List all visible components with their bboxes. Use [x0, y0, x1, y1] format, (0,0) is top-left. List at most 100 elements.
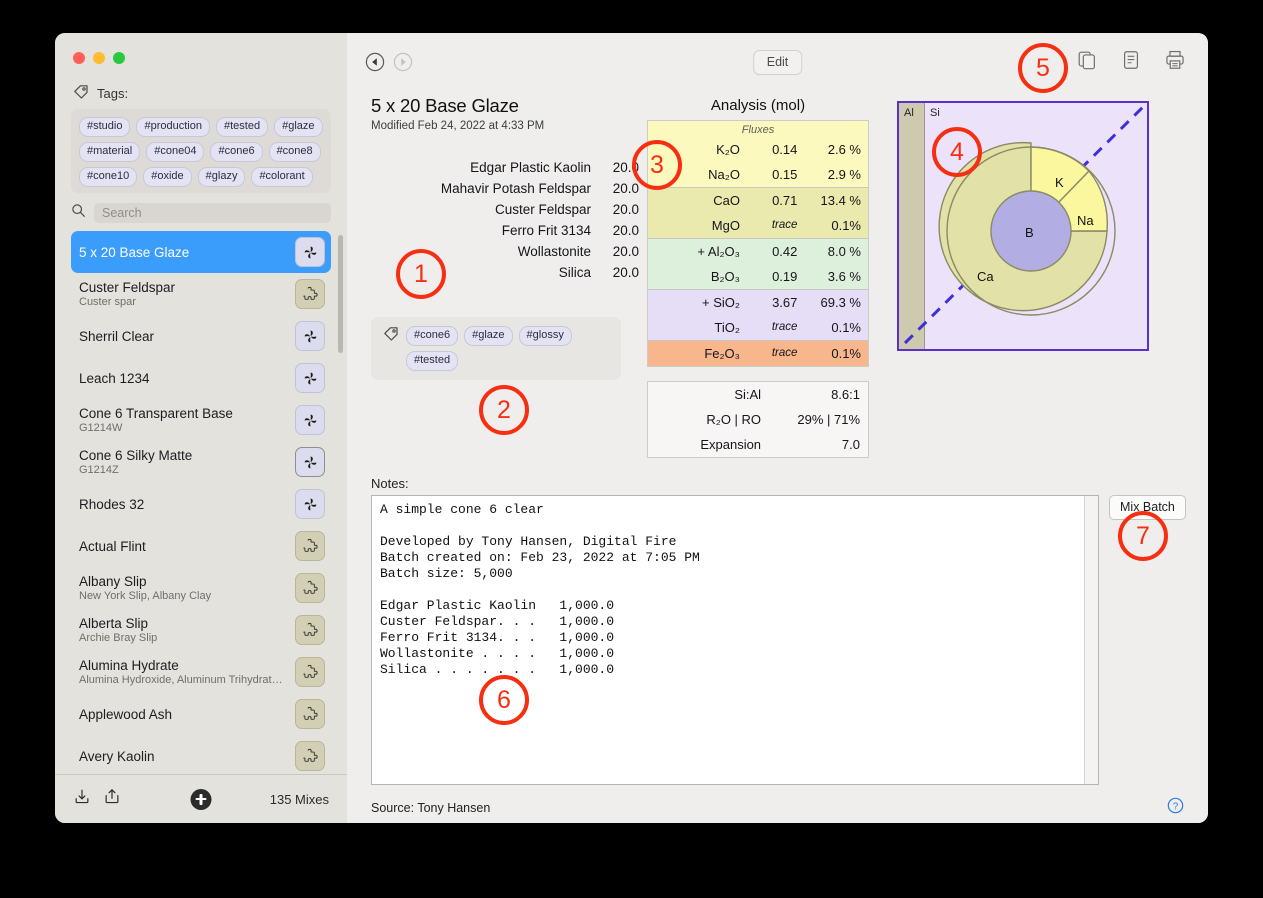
mix-list[interactable]: 5 x 20 Base Glaze Custer Feldspar Custer… — [55, 231, 347, 774]
search-icon — [71, 203, 86, 223]
recipe-amount: 20.0 — [612, 181, 639, 196]
recipe-row[interactable]: Edgar Plastic Kaolin 20.0 — [371, 160, 639, 180]
list-item-title: Cone 6 Silky Matte — [79, 448, 193, 463]
list-item[interactable]: Custer Feldspar Custer spar — [71, 273, 331, 315]
list-item[interactable]: Albany Slip New York Slip, Albany Clay — [71, 567, 331, 609]
tag-chip[interactable]: #cone10 — [79, 167, 138, 187]
oxide-label: B₂O₃ — [710, 268, 740, 284]
share-icon[interactable] — [103, 787, 121, 811]
toolbar: Edit — [347, 33, 1208, 91]
summary-row: R₂O | RO 29% | 71% — [648, 407, 869, 432]
tag-chip[interactable]: #production — [136, 117, 210, 137]
detail-tag-chips: #cone6 #glaze #glossy #tested — [406, 326, 611, 371]
list-item-text: Alumina Hydrate Alumina Hydroxide, Alumi… — [79, 658, 283, 686]
material-icon — [295, 657, 325, 687]
material-icon — [295, 279, 325, 309]
oxide-label: CaO — [713, 192, 740, 208]
recipe-row[interactable]: Mahavir Potash Feldspar 20.0 — [371, 181, 639, 201]
annotation-marker-3: 3 — [632, 140, 682, 190]
tag-chip[interactable]: #cone6 — [406, 326, 459, 346]
tag-chip[interactable]: #cone6 — [210, 142, 263, 162]
list-item[interactable]: Applewood Ash — [71, 693, 331, 735]
list-item[interactable]: Alberta Slip Archie Bray Slip — [71, 609, 331, 651]
close-button[interactable] — [73, 52, 85, 64]
recipe-name: Edgar Plastic Kaolin — [470, 160, 591, 175]
tag-chip[interactable]: #cone8 — [268, 142, 321, 162]
print-icon[interactable] — [1164, 49, 1186, 76]
recipe-row[interactable]: Ferro Frit 3134 20.0 — [371, 223, 639, 243]
summary-value: 7.0 — [841, 437, 860, 452]
material-icon — [295, 741, 325, 771]
oxide-percent: 13.4 % — [820, 192, 861, 208]
tag-cloud: #studio #production #tested #glaze #mate… — [71, 109, 331, 193]
list-item-title: Alberta Slip — [79, 616, 149, 631]
list-item[interactable]: Actual Flint — [71, 525, 331, 567]
annotation-marker-1: 1 — [396, 249, 446, 299]
list-item[interactable]: Cone 6 Transparent Base G1214W — [71, 399, 331, 441]
source-row: Source: Tony Hansen ? — [371, 797, 1186, 819]
tag-chip[interactable]: #glaze — [464, 326, 513, 346]
list-item-subtitle: G1214W — [79, 422, 123, 434]
list-item-text: Leach 1234 — [79, 371, 150, 386]
summary-value: 29% | 71% — [797, 412, 860, 427]
help-icon[interactable]: ? — [1167, 797, 1184, 819]
analysis-row: TiO₂ trace 0.1% — [647, 315, 869, 341]
list-item-title: Custer Feldspar — [79, 280, 176, 295]
notes-scrollbar[interactable] — [1084, 496, 1098, 784]
list-item[interactable]: Sherril Clear — [71, 315, 331, 357]
list-item-title: Actual Flint — [79, 538, 146, 554]
tag-chip[interactable]: #studio — [79, 117, 131, 137]
forward-button[interactable] — [393, 52, 413, 72]
minimize-button[interactable] — [93, 52, 105, 64]
list-item-text: Avery Kaolin — [79, 749, 155, 764]
list-item[interactable]: Avery Kaolin — [71, 735, 331, 774]
edit-button[interactable]: Edit — [752, 49, 803, 75]
list-item-title: Sherril Clear — [79, 328, 155, 344]
toolbar-right — [1076, 49, 1186, 76]
list-item[interactable]: Leach 1234 — [71, 357, 331, 399]
tag-chip[interactable]: #glazy — [197, 167, 246, 187]
mix-icon — [295, 447, 325, 477]
list-item-title: Alumina Hydrate — [79, 658, 179, 673]
document-icon[interactable] — [1120, 49, 1142, 76]
list-item[interactable]: 5 x 20 Base Glaze — [71, 231, 331, 273]
page-title: 5 x 20 Base Glaze — [371, 95, 519, 116]
tag-chip[interactable]: #cone04 — [146, 142, 205, 162]
tag-chip[interactable]: #glaze — [274, 117, 323, 137]
material-icon — [295, 699, 325, 729]
mix-icon — [295, 321, 325, 351]
source-label: Source: Tony Hansen — [371, 801, 491, 815]
material-icon — [295, 531, 325, 561]
mix-count-label: 135 Mixes — [269, 791, 329, 807]
fluxes-label: Fluxes — [741, 123, 775, 136]
import-icon[interactable] — [73, 787, 91, 811]
copy-icon[interactable] — [1076, 49, 1098, 76]
tag-chip[interactable]: #oxide — [143, 167, 192, 187]
tag-chip[interactable]: #tested — [406, 351, 459, 371]
list-item[interactable]: Alumina Hydrate Alumina Hydroxide, Alumi… — [71, 651, 331, 693]
oxide-mol: 0.42 — [772, 243, 798, 259]
back-button[interactable] — [365, 52, 385, 72]
list-item[interactable]: Cone 6 Silky Matte G1214Z — [71, 441, 331, 483]
list-item[interactable]: Rhodes 32 — [71, 483, 331, 525]
sidebar: Tags: #studio #production #tested #glaze… — [55, 33, 347, 823]
recipe-row[interactable]: Custer Feldspar 20.0 — [371, 202, 639, 222]
tag-chip[interactable]: #tested — [215, 117, 269, 137]
list-item-text: Rhodes 32 — [79, 497, 144, 512]
tag-chip[interactable]: #glossy — [518, 326, 572, 346]
tag-chip[interactable]: #material — [79, 142, 141, 162]
notes-textarea[interactable]: A simple cone 6 clear Developed by Tony … — [371, 495, 1099, 785]
list-item-text: Cone 6 Silky Matte G1214Z — [79, 448, 192, 476]
zoom-button[interactable] — [113, 52, 125, 64]
slice-label-ca: Ca — [977, 269, 994, 284]
add-icon[interactable] — [190, 788, 212, 810]
traffic-lights — [55, 33, 347, 76]
tag-chip[interactable]: #colorant — [251, 167, 313, 187]
recipe-amount: 20.0 — [612, 202, 639, 217]
sidebar-scrollbar[interactable] — [338, 235, 343, 353]
analysis-column: Analysis (mol) Fluxes K₂O 0.14 2.6 % Na₂… — [647, 91, 869, 458]
list-item-title: Rhodes 32 — [79, 496, 145, 512]
annotation-marker-5: 5 — [1018, 43, 1068, 93]
search-input[interactable] — [94, 203, 331, 223]
analysis-row: B₂O₃ 0.19 3.6 % — [647, 264, 869, 290]
